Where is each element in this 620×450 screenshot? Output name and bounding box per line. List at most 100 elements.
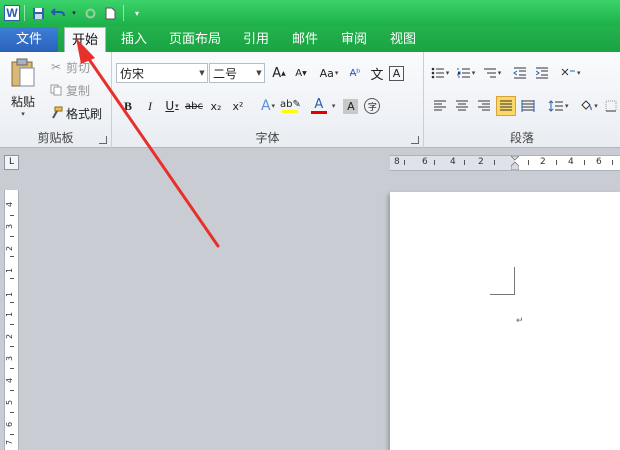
tab-references[interactable]: 引用 bbox=[236, 27, 276, 52]
redo-icon[interactable] bbox=[82, 5, 98, 21]
text-effects-button[interactable]: A ▾ bbox=[258, 96, 278, 116]
enclose-characters-button[interactable]: 字 bbox=[364, 98, 381, 114]
ribbon: 粘贴 ▾ ✂ 剪切 复制 格式刷 剪贴板 仿宋 ▼ 二号 ▼ A ▲ A ▼ A… bbox=[0, 52, 620, 148]
borders-icon bbox=[605, 100, 617, 112]
ruler-number: 4 bbox=[450, 157, 456, 167]
format-painter-icon bbox=[48, 106, 64, 120]
align-left-button[interactable] bbox=[430, 96, 450, 116]
ruler-number: 6 bbox=[5, 421, 15, 428]
subscript-button[interactable]: x₂ bbox=[206, 96, 226, 116]
chinese-layout-button[interactable]: ▾ bbox=[560, 63, 581, 83]
distributed-button[interactable] bbox=[518, 96, 538, 116]
borders-button[interactable] bbox=[601, 96, 620, 116]
line-spacing-button[interactable]: ▾ bbox=[548, 96, 569, 116]
paste-button[interactable]: 粘贴 ▾ bbox=[6, 56, 40, 122]
character-shading-button[interactable]: A bbox=[343, 98, 359, 114]
bullets-button[interactable]: ▾ bbox=[430, 63, 450, 83]
font-size-dropdown[interactable]: 二号 ▼ bbox=[209, 63, 265, 83]
tab-view[interactable]: 视图 bbox=[383, 27, 423, 52]
align-right-button[interactable] bbox=[474, 96, 494, 116]
horizontal-ruler[interactable]: 8 6 4 2 2 4 6 bbox=[390, 155, 620, 171]
shrink-font-icon: A bbox=[295, 67, 303, 79]
ruler-number: 4 bbox=[568, 157, 574, 167]
ruler-number: 5 bbox=[5, 399, 15, 406]
paint-bucket-icon bbox=[581, 100, 593, 111]
align-center-button[interactable] bbox=[452, 96, 472, 116]
separator bbox=[123, 5, 124, 21]
italic-button[interactable]: I bbox=[140, 96, 160, 116]
justify-button[interactable] bbox=[496, 96, 516, 116]
change-case-button[interactable]: Aa ▾ bbox=[319, 63, 339, 83]
customize-icon[interactable]: ▾ bbox=[129, 5, 145, 21]
undo-dropdown-icon[interactable]: ▾ bbox=[70, 5, 78, 21]
numbering-button[interactable]: ▾ bbox=[456, 63, 476, 83]
paste-dropdown-icon[interactable]: ▾ bbox=[6, 110, 40, 118]
tab-mailings[interactable]: 邮件 bbox=[285, 27, 325, 52]
chevron-down-icon: ▼ bbox=[256, 69, 262, 77]
copy-button[interactable]: 复制 bbox=[48, 80, 90, 100]
increase-indent-icon bbox=[535, 67, 548, 79]
font-name-dropdown[interactable]: 仿宋 ▼ bbox=[116, 63, 208, 83]
character-border-icon: A bbox=[392, 66, 401, 80]
tab-selector-icon[interactable]: L bbox=[4, 155, 19, 170]
clipboard-group: 粘贴 ▾ ✂ 剪切 复制 格式刷 剪贴板 bbox=[0, 52, 112, 148]
tab-home[interactable]: 开始 bbox=[64, 27, 106, 52]
underline-button[interactable]: U ▾ bbox=[162, 96, 182, 116]
new-document-icon[interactable] bbox=[102, 5, 118, 21]
chinese-layout-icon bbox=[561, 68, 575, 76]
ribbon-tabs: 文件 开始 插入 页面布局 引用 邮件 审阅 视图 bbox=[0, 26, 620, 52]
change-case-icon: Aa bbox=[319, 66, 334, 80]
strikethrough-button[interactable]: abc bbox=[184, 96, 204, 116]
ruler-number: 7 bbox=[5, 439, 15, 446]
shading-button[interactable]: ▾ bbox=[579, 96, 599, 116]
vertical-ruler[interactable]: 4 3 2 1 1 1 2 3 4 5 6 7 bbox=[4, 190, 19, 450]
paragraph-mark-icon: ↵ bbox=[516, 316, 524, 326]
ruler-number: 1 bbox=[5, 291, 15, 298]
bold-button[interactable]: B bbox=[118, 96, 138, 116]
multilevel-list-button[interactable]: ▾ bbox=[482, 63, 502, 83]
highlight-color-bar bbox=[282, 109, 299, 113]
character-border-button[interactable]: A bbox=[389, 65, 404, 81]
increase-indent-button[interactable] bbox=[532, 63, 552, 83]
font-dialog-launcher-icon[interactable] bbox=[411, 136, 419, 144]
tab-page-layout[interactable]: 页面布局 bbox=[163, 27, 227, 52]
paste-label: 粘贴 bbox=[10, 95, 35, 109]
decrease-indent-button[interactable] bbox=[510, 63, 530, 83]
phonetic-guide-button[interactable]: 文 bbox=[367, 63, 387, 83]
margin-corner-mark bbox=[490, 267, 515, 295]
document-page[interactable]: ↵ bbox=[390, 192, 620, 450]
clipboard-dialog-launcher-icon[interactable] bbox=[99, 136, 107, 144]
copy-label: 复制 bbox=[66, 83, 91, 98]
grow-font-button[interactable]: A ▲ bbox=[269, 63, 289, 83]
tab-review[interactable]: 审阅 bbox=[334, 27, 374, 52]
grow-font-icon: A bbox=[272, 65, 282, 81]
phonetic-guide-icon: 文 bbox=[370, 67, 384, 83]
align-center-icon bbox=[456, 100, 468, 111]
ruler-number: 2 bbox=[5, 333, 15, 340]
font-group: 仿宋 ▼ 二号 ▼ A ▲ A ▼ Aa ▾ A̶ᵇ 文 A B I U ▾ a… bbox=[112, 52, 424, 148]
bullets-icon bbox=[431, 67, 444, 79]
font-size-value: 二号 bbox=[213, 66, 238, 81]
tab-insert[interactable]: 插入 bbox=[114, 27, 154, 52]
scissors-icon: ✂ bbox=[50, 60, 62, 74]
save-icon[interactable] bbox=[30, 5, 46, 21]
tab-file[interactable]: 文件 bbox=[0, 27, 58, 52]
font-color-dropdown-icon[interactable]: ▾ bbox=[332, 102, 336, 110]
ruler-number: 2 bbox=[540, 157, 546, 167]
undo-icon[interactable] bbox=[50, 5, 66, 21]
font-color-button[interactable]: A bbox=[309, 96, 329, 116]
clear-formatting-button[interactable]: A̶ᵇ bbox=[345, 63, 365, 83]
superscript-button[interactable]: x² bbox=[228, 96, 248, 116]
font-group-label: 字体 bbox=[255, 131, 280, 145]
word-app-icon[interactable]: W bbox=[3, 4, 21, 22]
shrink-font-button[interactable]: A ▼ bbox=[291, 63, 311, 83]
indent-marker-icon[interactable] bbox=[510, 155, 520, 171]
text-effects-icon: A bbox=[260, 98, 271, 114]
line-spacing-icon bbox=[548, 100, 563, 112]
highlight-color-button[interactable]: ab✎ bbox=[280, 96, 301, 116]
cut-button[interactable]: ✂ 剪切 bbox=[48, 57, 90, 77]
format-painter-button[interactable]: 格式刷 bbox=[48, 103, 102, 123]
ruler-number: 4 bbox=[5, 201, 15, 208]
word-logo-icon: W bbox=[4, 5, 20, 21]
justify-icon bbox=[500, 100, 512, 111]
